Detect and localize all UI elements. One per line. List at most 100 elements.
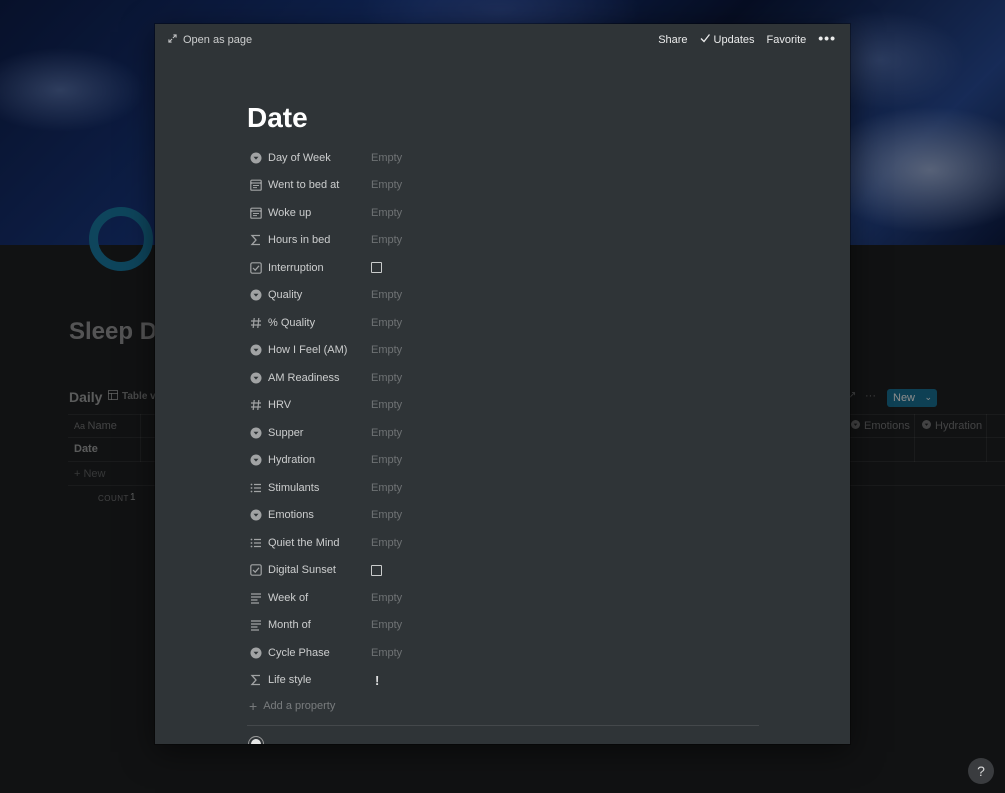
select-icon	[249, 646, 263, 660]
property-row[interactable]: Digital Sunset	[249, 557, 669, 585]
formula-icon	[249, 673, 263, 687]
select-icon	[249, 426, 263, 440]
favorite-button[interactable]: Favorite	[767, 34, 807, 46]
property-row[interactable]: Life style!	[249, 667, 669, 695]
number-icon	[249, 398, 263, 412]
property-name[interactable]: AM Readiness	[268, 372, 371, 384]
expand-icon	[168, 34, 177, 46]
property-row[interactable]: AM Readiness Empty	[249, 364, 669, 392]
property-row[interactable]: Month of Empty	[249, 612, 669, 640]
property-row[interactable]: % Quality Empty	[249, 309, 669, 337]
property-row[interactable]: Day of Week Empty	[249, 144, 669, 172]
select-icon	[249, 453, 263, 467]
property-value[interactable]: Empty	[371, 399, 402, 411]
property-row[interactable]: Supper Empty	[249, 419, 669, 447]
text-icon	[249, 618, 263, 632]
property-row[interactable]: Interruption	[249, 254, 669, 282]
property-row[interactable]: Emotions Empty	[249, 502, 669, 530]
check-icon	[700, 33, 710, 46]
select-icon	[249, 508, 263, 522]
property-value[interactable]: Empty	[371, 317, 402, 329]
comments-divider	[247, 725, 759, 726]
property-name[interactable]: How I Feel (AM)	[268, 344, 371, 356]
record-peek-modal: Open as page Share Updates Favorite ••• …	[155, 24, 850, 744]
open-as-page-button[interactable]: Open as page	[168, 34, 252, 46]
property-checkbox[interactable]	[371, 262, 382, 274]
property-row[interactable]: Quiet the Mind Empty	[249, 529, 669, 557]
more-options-icon[interactable]: •••	[818, 30, 836, 46]
property-row[interactable]: Quality Empty	[249, 282, 669, 310]
property-row[interactable]: Hydration Empty	[249, 447, 669, 475]
property-row[interactable]: Woke up Empty	[249, 199, 669, 227]
property-value[interactable]: Empty	[371, 234, 402, 246]
property-name[interactable]: Digital Sunset	[268, 564, 371, 576]
comment-row[interactable]	[249, 737, 263, 744]
property-name[interactable]: Interruption	[268, 262, 371, 274]
property-value[interactable]: Empty	[371, 207, 402, 219]
modal-topbar: Open as page Share Updates Favorite •••	[155, 24, 850, 58]
property-name[interactable]: HRV	[268, 399, 371, 411]
open-as-page-label: Open as page	[183, 34, 253, 46]
property-name[interactable]: Supper	[268, 427, 371, 439]
property-row[interactable]: Week of Empty	[249, 584, 669, 612]
property-list: Day of Week Empty Went to bed at Empty Woke …	[249, 144, 669, 694]
property-checkbox[interactable]	[371, 564, 382, 576]
property-row[interactable]: Cycle Phase Empty	[249, 639, 669, 667]
checkbox-icon	[249, 563, 263, 577]
calendar-icon	[249, 206, 263, 220]
property-value[interactable]: Empty	[371, 152, 402, 164]
property-row[interactable]: Went to bed at Empty	[249, 172, 669, 200]
property-value[interactable]: Empty	[371, 372, 402, 384]
property-row[interactable]: How I Feel (AM) Empty	[249, 337, 669, 365]
select-icon	[249, 288, 263, 302]
property-value[interactable]: Empty	[371, 509, 402, 521]
property-value[interactable]: Empty	[371, 427, 402, 439]
property-value[interactable]: Empty	[371, 482, 402, 494]
property-row[interactable]: HRV Empty	[249, 392, 669, 420]
property-name[interactable]: Hours in bed	[268, 234, 371, 246]
property-name[interactable]: Quiet the Mind	[268, 537, 371, 549]
property-row[interactable]: Hours in bed Empty	[249, 227, 669, 255]
list-icon	[249, 536, 263, 550]
property-name[interactable]: Life style	[268, 674, 371, 686]
property-value[interactable]: Empty	[371, 647, 402, 659]
property-row[interactable]: Stimulants Empty	[249, 474, 669, 502]
property-value[interactable]: Empty	[371, 619, 402, 631]
share-button[interactable]: Share	[658, 34, 687, 46]
plus-icon: +	[249, 698, 258, 714]
checkbox-icon	[249, 261, 263, 275]
calendar-icon	[249, 178, 263, 192]
text-icon	[249, 591, 263, 605]
property-name[interactable]: Went to bed at	[268, 179, 371, 191]
select-icon	[249, 371, 263, 385]
record-title[interactable]: Date	[247, 102, 308, 134]
select-icon	[249, 343, 263, 357]
avatar	[249, 737, 263, 744]
property-name[interactable]: Day of Week	[268, 152, 371, 164]
property-value[interactable]: Empty	[371, 537, 402, 549]
property-name[interactable]: Week of	[268, 592, 371, 604]
property-value[interactable]: Empty	[371, 592, 402, 604]
property-value[interactable]: Empty	[371, 179, 402, 191]
topbar-actions: Share Updates Favorite •••	[658, 30, 836, 46]
help-button[interactable]: ?	[968, 758, 994, 784]
help-label: ?	[977, 763, 985, 779]
property-name[interactable]: Month of	[268, 619, 371, 631]
property-name[interactable]: Cycle Phase	[268, 647, 371, 659]
updates-button[interactable]: Updates	[700, 33, 755, 46]
property-name[interactable]: % Quality	[268, 317, 371, 329]
number-icon	[249, 316, 263, 330]
property-name[interactable]: Woke up	[268, 207, 371, 219]
property-name[interactable]: Hydration	[268, 454, 371, 466]
property-name[interactable]: Quality	[268, 289, 371, 301]
property-value[interactable]: Empty	[371, 344, 402, 356]
add-property-button[interactable]: + Add a property	[249, 698, 335, 714]
property-name[interactable]: Emotions	[268, 509, 371, 521]
property-value[interactable]: Empty	[371, 454, 402, 466]
select-icon	[249, 151, 263, 165]
property-value[interactable]: Empty	[371, 289, 402, 301]
updates-label: Updates	[713, 33, 755, 46]
formula-icon	[249, 233, 263, 247]
property-name[interactable]: Stimulants	[268, 482, 371, 494]
formula-error-icon[interactable]: !	[375, 673, 379, 688]
